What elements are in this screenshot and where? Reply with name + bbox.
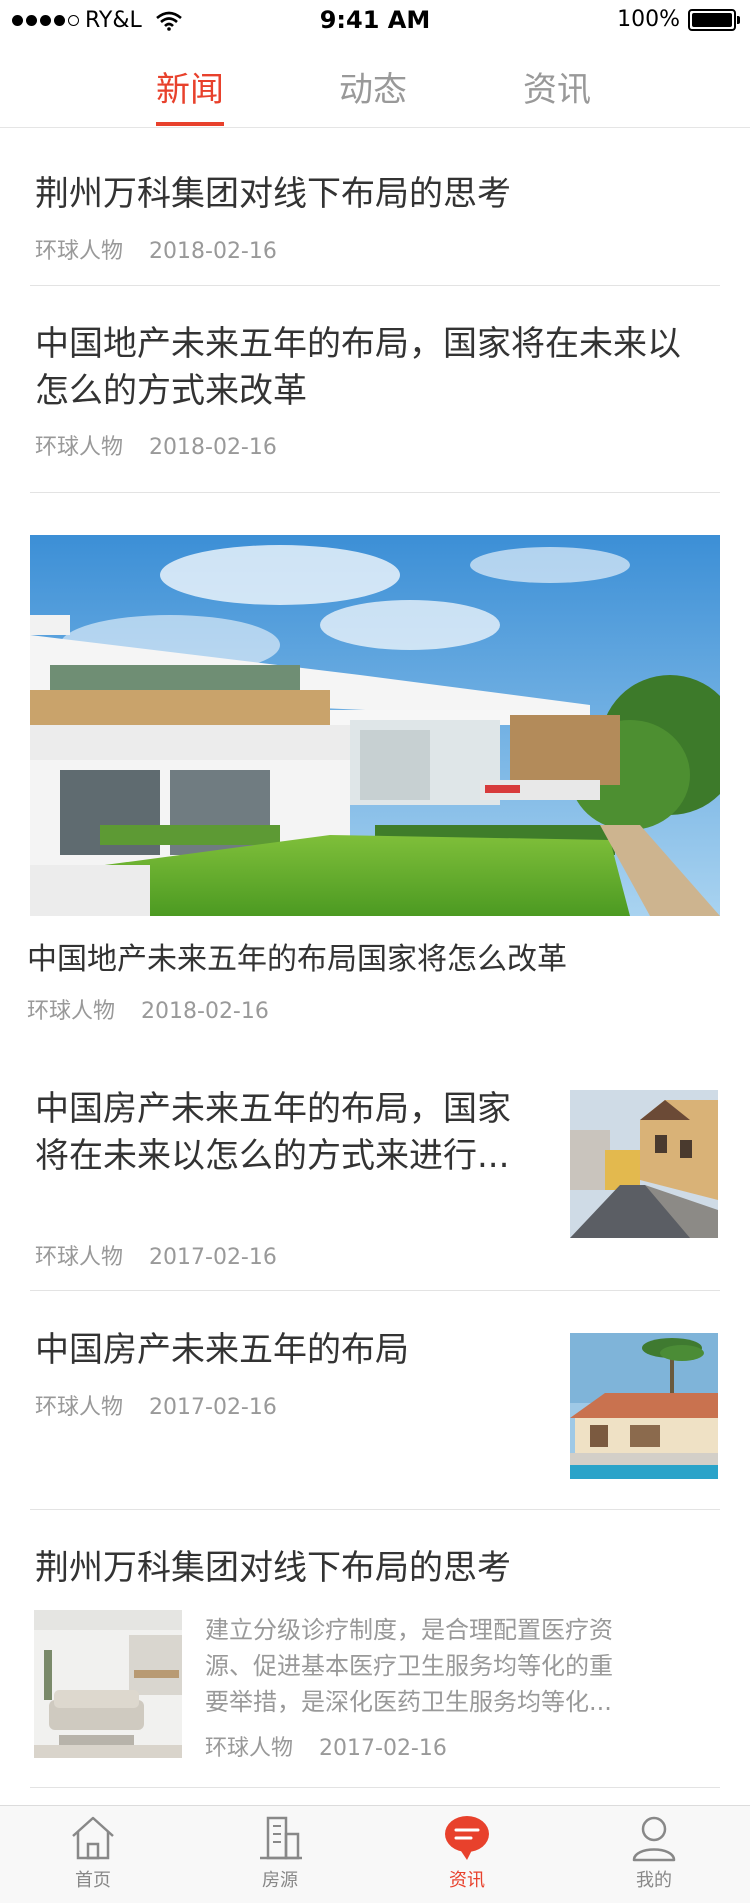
tab-updates[interactable]: 动态 <box>318 62 428 111</box>
tabbar-label: 我的 <box>636 1870 672 1891</box>
resort-photo <box>570 1333 718 1479</box>
article-meta: 环球人物 2017-02-16 <box>35 1389 277 1421</box>
divider <box>30 1290 720 1291</box>
villa-photo <box>30 535 720 916</box>
tabbar-item-profile[interactable]: 我的 <box>604 1812 704 1892</box>
battery-percent: 100% <box>617 7 680 32</box>
street-photo <box>570 1090 718 1238</box>
article-source: 环球人物 <box>35 1395 124 1420</box>
article-source: 环球人物 <box>35 435 124 460</box>
tabbar-label: 首页 <box>75 1870 111 1891</box>
article-title-line-1: 中国地产未来五年的布局，国家将在未来以 <box>35 324 681 364</box>
divider <box>30 285 720 286</box>
tab-news[interactable]: 新闻 <box>135 62 245 111</box>
status-bar: RY&L 9:41 AM 100% <box>0 0 750 40</box>
divider <box>30 1787 720 1788</box>
article-meta: 环球人物 2018-02-16 <box>35 233 277 265</box>
article-title-line-2: 将在未来以怎么的方式来进行... <box>35 1136 510 1176</box>
user-icon <box>632 1816 676 1862</box>
article-date: 2017-02-16 <box>149 1395 277 1420</box>
article-date: 2018-02-16 <box>149 239 277 264</box>
article-source: 环球人物 <box>35 239 124 264</box>
tabbar-item-news[interactable]: 资讯 <box>417 1812 517 1892</box>
article-meta: 环球人物 2017-02-16 <box>35 1239 277 1271</box>
tabbar-label: 房源 <box>262 1870 298 1891</box>
article-date: 2018-02-16 <box>149 435 277 460</box>
tabbar-label: 资讯 <box>449 1870 485 1891</box>
article-title-line-1: 中国房产未来五年的布局，国家 <box>35 1089 511 1129</box>
article-title: 荆州万科集团对线下布局的思考 <box>35 1548 511 1588</box>
article-summary-line-2: 源、促进基本医疗卫生服务均等化的重 <box>205 1652 613 1680</box>
tabbar-item-listings[interactable]: 房源 <box>230 1812 330 1892</box>
battery-icon <box>688 8 740 31</box>
article-date: 2017-02-16 <box>149 1245 277 1270</box>
divider <box>30 492 720 493</box>
battery-status: 100% <box>617 7 740 32</box>
article-meta: 环球人物 2017-02-16 <box>205 1730 447 1762</box>
living-room-photo <box>34 1610 182 1758</box>
article-date: 2018-02-16 <box>141 999 269 1024</box>
article-title: 中国地产未来五年的布局国家将怎么改革 <box>27 942 567 977</box>
article-source: 环球人物 <box>27 999 116 1024</box>
building-icon <box>260 1816 302 1860</box>
article-meta: 环球人物 2018-02-16 <box>27 993 269 1025</box>
article-meta: 环球人物 2018-02-16 <box>35 429 277 461</box>
chat-bubble-icon <box>445 1816 489 1860</box>
article-title: 荆州万科集团对线下布局的思考 <box>35 174 511 214</box>
article-date: 2017-02-16 <box>319 1736 447 1761</box>
active-tab-indicator <box>156 122 224 126</box>
bottom-tab-bar: 首页 房源 资讯 我的 <box>0 1805 750 1903</box>
divider <box>30 1509 720 1510</box>
tab-info[interactable]: 资讯 <box>502 62 612 111</box>
article-title: 中国房产未来五年的布局 <box>35 1330 409 1370</box>
article-source: 环球人物 <box>205 1736 294 1761</box>
article-summary-line-3: 要举措，是深化医药卫生服务均等化... <box>205 1688 612 1716</box>
article-summary-line-1: 建立分级诊疗制度，是合理配置医疗资 <box>205 1616 613 1644</box>
article-source: 环球人物 <box>35 1245 124 1270</box>
home-icon <box>72 1816 114 1860</box>
article-title-line-2: 怎么的方式来改革 <box>35 371 307 411</box>
tabbar-item-home[interactable]: 首页 <box>43 1812 143 1892</box>
category-tabs: 新闻 动态 资讯 <box>0 40 750 128</box>
